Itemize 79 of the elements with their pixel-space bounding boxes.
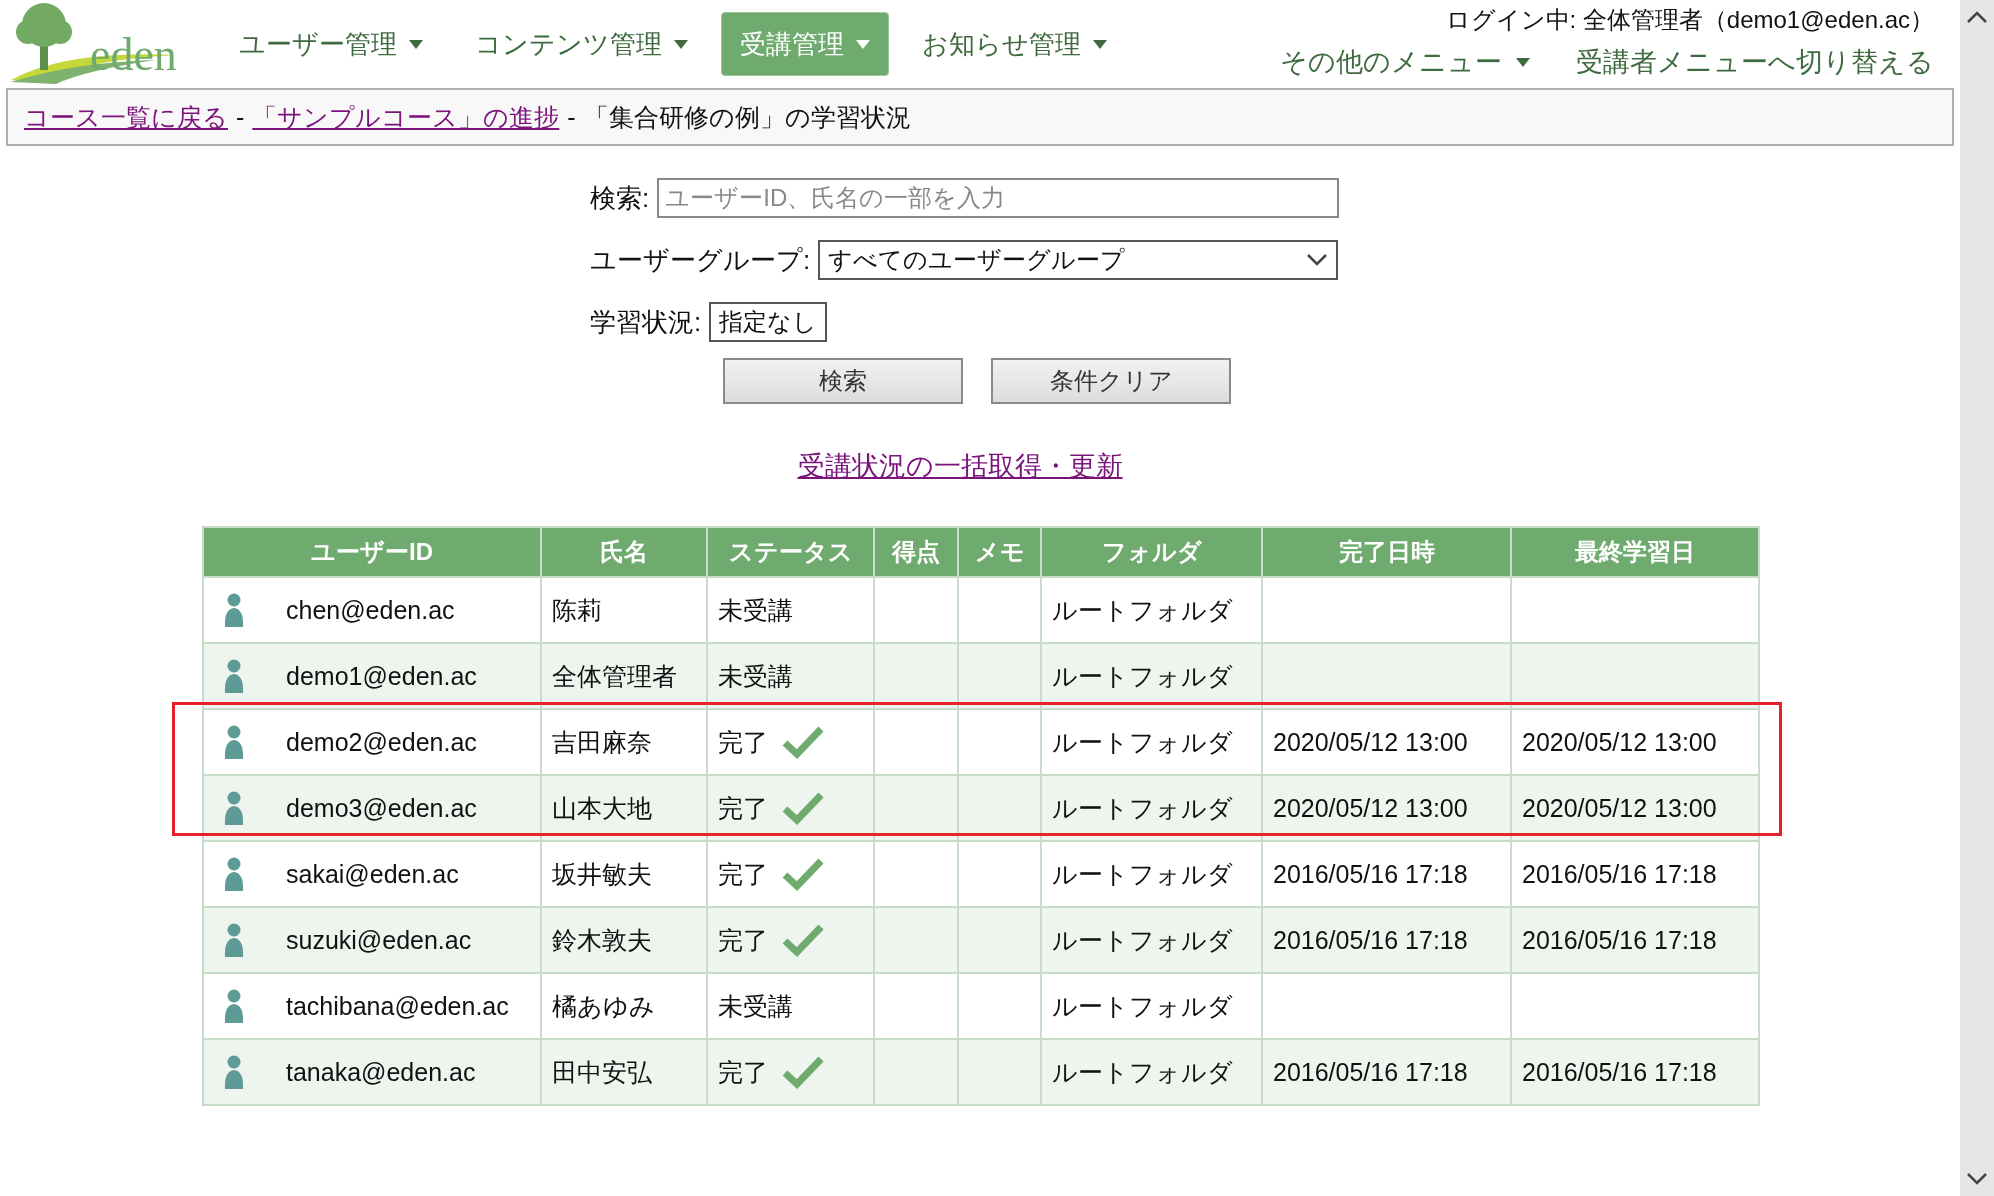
status-text: 完了 xyxy=(718,792,768,824)
login-status: ログイン中: 全体管理者（demo1@eden.ac） xyxy=(1445,5,1934,35)
user-name: 全体管理者 xyxy=(552,661,677,690)
user-name: 鈴木敦夫 xyxy=(552,925,652,954)
folder-name: ルートフォルダ xyxy=(1052,1057,1233,1086)
other-menu[interactable]: その他のメニュー xyxy=(1280,44,1530,80)
folder-name: ルートフォルダ xyxy=(1052,727,1233,756)
status-text: 未受講 xyxy=(718,660,793,692)
completed-date: 2016/05/16 17:18 xyxy=(1273,1057,1468,1086)
user-name: 橘あゆみ xyxy=(552,991,655,1020)
chevron-icon xyxy=(1966,10,1988,24)
completed-date: 2020/05/12 13:00 xyxy=(1273,793,1468,822)
user-name: 山本大地 xyxy=(552,793,652,822)
switch-menu-link[interactable]: 受講者メニューへ切り替える xyxy=(1576,44,1934,80)
last-study-date: 2016/05/16 17:18 xyxy=(1522,1057,1717,1086)
user-icon xyxy=(222,923,246,957)
nav-menu[interactable]: お知らせ管理 xyxy=(903,12,1126,76)
caret-icon xyxy=(1093,39,1107,49)
breadcrumb-link[interactable]: コース一覧に戻る xyxy=(24,100,228,134)
status-text: 完了 xyxy=(718,726,768,758)
group-label: ユーザーグループ: xyxy=(590,243,811,277)
user-id: sakai@eden.ac xyxy=(286,859,459,889)
user-name: 坂井敏夫 xyxy=(552,859,652,888)
breadcrumb-link[interactable]: 「サンプルコース」の進捗 xyxy=(252,100,560,134)
folder-name: ルートフォルダ xyxy=(1052,925,1233,954)
user-id: demo1@eden.ac xyxy=(286,661,477,691)
folder-name: ルートフォルダ xyxy=(1052,595,1233,624)
status-text: 完了 xyxy=(718,924,768,956)
user-icon xyxy=(222,791,246,825)
folder-name: ルートフォルダ xyxy=(1052,859,1233,888)
breadcrumb-separator: - xyxy=(567,102,576,132)
user-id: suzuki@eden.ac xyxy=(286,925,472,955)
folder-name: ルートフォルダ xyxy=(1052,793,1233,822)
folder-name: ルートフォルダ xyxy=(1052,661,1233,690)
completed-date: 2016/05/16 17:18 xyxy=(1273,859,1468,888)
user-icon xyxy=(222,1055,246,1089)
user-icon xyxy=(222,593,246,627)
caret-icon xyxy=(674,39,688,49)
last-study-date: 2020/05/12 13:00 xyxy=(1522,793,1717,822)
status-text: 未受講 xyxy=(718,990,793,1022)
last-study-date: 2016/05/16 17:18 xyxy=(1522,859,1717,888)
chevron-icon xyxy=(1966,1172,1988,1186)
user-icon xyxy=(222,659,246,693)
user-id: tanaka@eden.ac xyxy=(286,1057,476,1087)
caret-icon xyxy=(856,39,870,49)
search-button[interactable]: 検索 xyxy=(723,358,963,404)
bulk-update-link[interactable]: 受講状況の一括取得・更新 xyxy=(797,448,1123,484)
caret-icon xyxy=(1516,57,1530,67)
status-text: 完了 xyxy=(718,858,768,890)
search-label: 検索: xyxy=(590,181,650,215)
user-id: chen@eden.ac xyxy=(286,595,455,625)
scrollbar[interactable] xyxy=(1960,0,1994,1196)
user-icon xyxy=(222,725,246,759)
user-id: tachibana@eden.ac xyxy=(286,991,509,1021)
clear-button[interactable]: 条件クリア xyxy=(991,358,1231,404)
nav-menu[interactable]: ユーザー管理 xyxy=(220,12,442,76)
caret-icon xyxy=(409,39,423,49)
completed-date: 2020/05/12 13:00 xyxy=(1273,727,1468,756)
chevron-icon xyxy=(1306,253,1329,267)
group-select[interactable]: すべてのユーザーグループ xyxy=(818,240,1339,280)
status-label: 学習状況: xyxy=(590,305,702,339)
last-study-date: 2020/05/12 13:00 xyxy=(1522,727,1717,756)
completed-date: 2016/05/16 17:18 xyxy=(1273,925,1468,954)
search-field[interactable]: ユーザーID、氏名の一部を入力 xyxy=(657,178,1340,218)
folder-name: ルートフォルダ xyxy=(1052,991,1233,1020)
breadcrumb-separator: - xyxy=(236,102,245,132)
status-text: 未受講 xyxy=(718,594,793,626)
user-id: demo2@eden.ac xyxy=(286,727,477,757)
user-name: 陈莉 xyxy=(552,595,602,624)
nav-menu[interactable]: コンテンツ管理 xyxy=(456,12,707,76)
status-select[interactable]: 指定なし xyxy=(709,302,828,342)
user-name: 田中安弘 xyxy=(552,1057,652,1086)
user-icon xyxy=(222,989,246,1023)
user-name: 吉田麻奈 xyxy=(552,727,652,756)
last-study-date: 2016/05/16 17:18 xyxy=(1522,925,1717,954)
status-text: 完了 xyxy=(718,1056,768,1088)
breadcrumb-current: 「集合研修の例」の学習状況 xyxy=(583,101,911,133)
user-id: demo3@eden.ac xyxy=(286,793,477,823)
user-icon xyxy=(222,857,246,891)
